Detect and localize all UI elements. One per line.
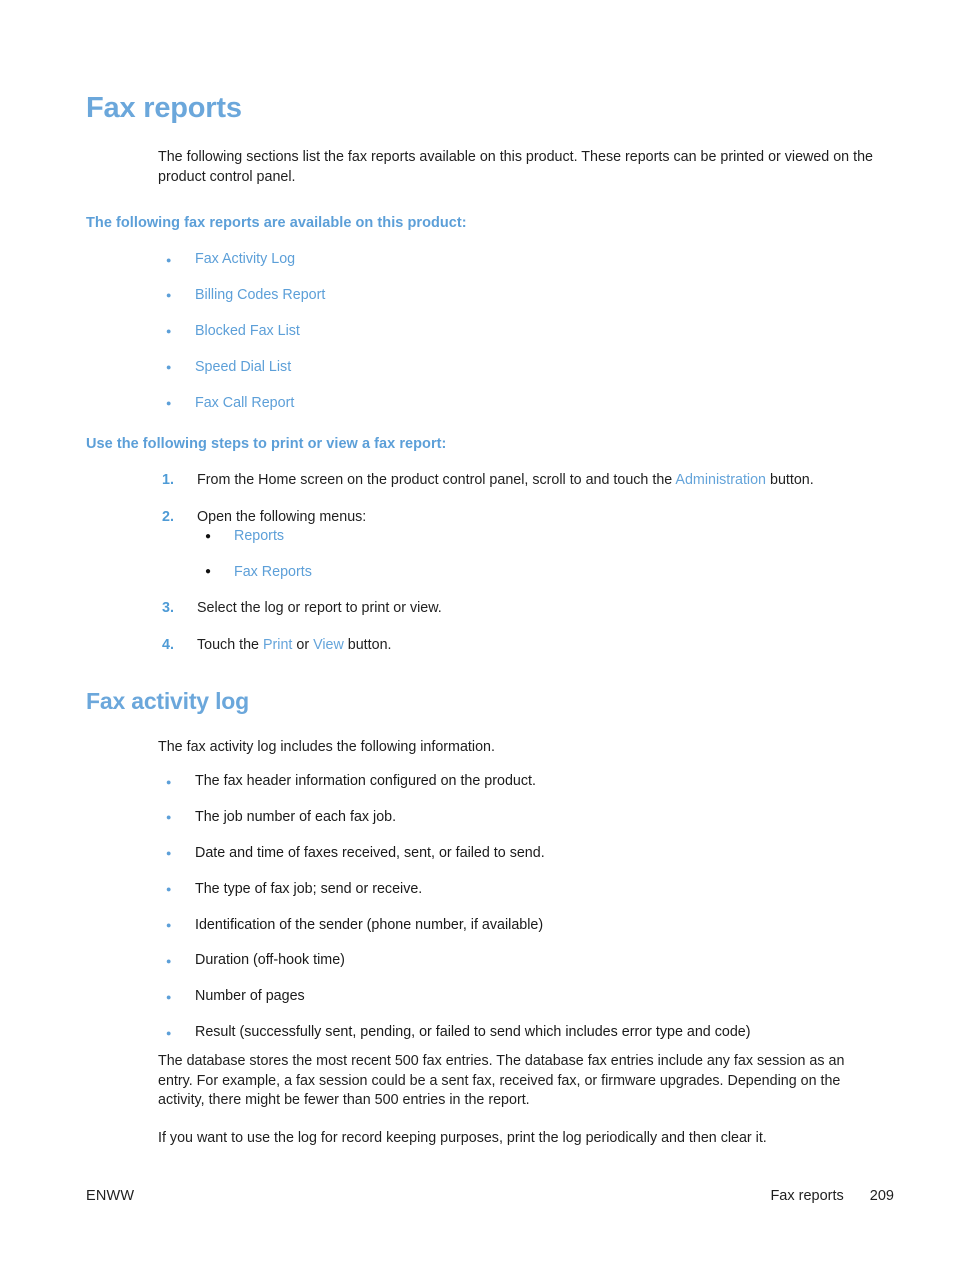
step-number: 4. — [162, 636, 174, 653]
step-text: Open the following menus: — [197, 508, 367, 525]
list-item-label[interactable]: Speed Dial List — [195, 359, 291, 375]
step-number: 2. — [162, 508, 174, 525]
fax-reports-list: Fax Activity Log Billing Codes Report Bl… — [158, 250, 874, 413]
activity-paragraph-1-block: The database stores the most recent 500 … — [158, 1052, 874, 1111]
step-number: 1. — [162, 472, 174, 488]
activity-intro-block: The fax activity log includes the follow… — [158, 738, 874, 758]
reports-section-heading-row: The following fax reports are available … — [86, 215, 886, 231]
list-item-label: Result (successfully sent, pending, or f… — [195, 1024, 751, 1041]
activity-paragraph-2-block: If you want to use the log for record ke… — [158, 1129, 874, 1149]
list-item: Identification of the sender (phone numb… — [158, 915, 874, 936]
list-item[interactable]: Blocked Fax List — [158, 321, 874, 342]
step-text-before: Touch the — [197, 636, 263, 653]
step-item-2: 2. Open the following menus: Reports Fax… — [158, 508, 874, 583]
list-item: Number of pages — [158, 987, 874, 1007]
list-item: Result (successfully sent, pending, or f… — [158, 1023, 874, 1043]
list-item-label: The type of fax job; send or receive. — [195, 880, 423, 897]
list-item-label: Duration (off-hook time) — [195, 952, 345, 969]
view-link[interactable]: View — [313, 637, 344, 653]
list-item-label[interactable]: Fax Call Report — [195, 395, 294, 411]
step-item-4: 4. Touch the Print or View button. — [158, 636, 874, 656]
step-text-after: button. — [766, 472, 814, 488]
reports-section-heading: The following fax reports are available … — [86, 215, 467, 231]
print-link[interactable]: Print — [263, 637, 292, 653]
steps-list-block: 1. From the Home screen on the product c… — [158, 471, 874, 672]
step-text: Touch the Print or View button. — [197, 637, 392, 653]
list-item[interactable]: Fax Call Report — [158, 393, 874, 414]
reports-list-block: Fax Activity Log Billing Codes Report Bl… — [158, 250, 874, 429]
step-text: From the Home screen on the product cont… — [197, 472, 814, 488]
list-item: Duration (off-hook time) — [158, 951, 874, 971]
list-item-label: Date and time of faxes received, sent, o… — [195, 844, 545, 861]
activity-items-block: The fax header information configured on… — [158, 772, 874, 1059]
steps-section-heading: Use the following steps to print or view… — [86, 436, 447, 452]
fax-activity-log-heading: Fax activity log — [86, 688, 249, 714]
step-text-mid: or — [292, 636, 314, 653]
list-item[interactable]: Billing Codes Report — [158, 285, 874, 306]
document-page: Fax reports The following sections list … — [0, 0, 954, 1270]
step-text: Select the log or report to print or vie… — [197, 600, 442, 617]
page-title: Fax reports — [86, 92, 242, 124]
list-item-label: The job number of each fax job. — [195, 808, 397, 825]
activity-intro-paragraph: The fax activity log includes the follow… — [158, 739, 495, 755]
footer-right: Fax reports 209 — [770, 1188, 894, 1204]
step-item-1: 1. From the Home screen on the product c… — [158, 471, 874, 491]
list-item[interactable]: Fax Reports — [197, 562, 874, 583]
list-item: The fax header information configured on… — [158, 772, 874, 792]
footer-locale: ENWW — [86, 1188, 135, 1204]
steps-section-heading-row: Use the following steps to print or view… — [86, 436, 886, 452]
list-item-label[interactable]: Fax Activity Log — [195, 251, 295, 267]
list-item[interactable]: Reports — [197, 527, 874, 547]
menu-path-list: Reports Fax Reports — [197, 527, 874, 582]
intro-paragraph: The following sections list the fax repo… — [158, 149, 873, 185]
list-item-label: Identification of the sender (phone numb… — [195, 916, 544, 933]
list-item[interactable]: Fax Activity Log — [158, 250, 874, 270]
footer-section-title: Fax reports — [770, 1188, 844, 1204]
list-item-label[interactable]: Billing Codes Report — [195, 287, 325, 303]
step-text-after: button. — [343, 636, 392, 653]
step-number: 3. — [162, 600, 174, 617]
list-item-label[interactable]: Reports — [234, 528, 284, 544]
list-item-label: Number of pages — [195, 988, 305, 1005]
administration-link[interactable]: Administration — [675, 472, 766, 488]
list-item[interactable]: Speed Dial List — [158, 357, 874, 378]
step-text-before: From the Home screen on the product cont… — [197, 472, 676, 488]
activity-paragraph-2: If you want to use the log for record ke… — [158, 1130, 767, 1146]
footer-page-number: 209 — [869, 1188, 894, 1204]
print-view-steps: 1. From the Home screen on the product c… — [158, 471, 874, 655]
list-item-label[interactable]: Fax Reports — [234, 564, 312, 580]
list-item-label: The fax header information configured on… — [195, 773, 536, 789]
fax-activity-log-items: The fax header information configured on… — [158, 772, 874, 1043]
activity-paragraph-1: The database stores the most recent 500 … — [158, 1053, 845, 1108]
step-item-3: 3. Select the log or report to print or … — [158, 599, 874, 619]
list-item: The type of fax job; send or receive. — [158, 879, 874, 900]
intro-paragraph-block: The following sections list the fax repo… — [158, 148, 874, 187]
list-item-label[interactable]: Blocked Fax List — [195, 323, 300, 339]
list-item: Date and time of faxes received, sent, o… — [158, 843, 874, 864]
page-footer: ENWW Fax reports 209 — [86, 1188, 894, 1210]
list-item: The job number of each fax job. — [158, 807, 874, 828]
